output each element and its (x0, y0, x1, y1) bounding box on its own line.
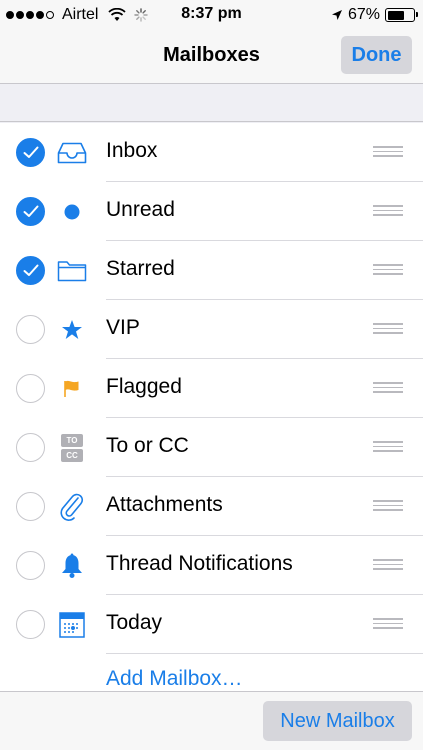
checkmark-icon[interactable] (16, 256, 45, 285)
unchecked-circle-icon[interactable] (16, 433, 45, 462)
paperclip-icon (57, 492, 87, 522)
reorder-handle-icon[interactable] (373, 264, 403, 276)
star-icon (57, 315, 87, 345)
mailbox-label: Flagged (106, 375, 182, 398)
unread-dot-icon (57, 197, 87, 227)
bottom-toolbar: New Mailbox (0, 691, 423, 750)
reorder-handle-icon[interactable] (373, 146, 403, 158)
reorder-handle-icon[interactable] (373, 323, 403, 335)
section-header-band (0, 85, 423, 122)
unchecked-circle-icon[interactable] (16, 374, 45, 403)
mailbox-row-attachments[interactable]: Attachments (0, 477, 423, 536)
mailbox-label: Today (106, 611, 163, 634)
reorder-handle-icon[interactable] (373, 500, 403, 512)
mailbox-label: VIP (106, 316, 140, 339)
mailbox-label: Starred (106, 257, 175, 280)
battery-level-fill (387, 10, 405, 20)
reorder-handle-icon[interactable] (373, 618, 403, 630)
folder-icon (57, 256, 87, 286)
unchecked-circle-icon[interactable] (16, 610, 45, 639)
mailbox-label: Unread (106, 198, 175, 221)
unchecked-circle-icon[interactable] (16, 315, 45, 344)
checkmark-icon[interactable] (16, 197, 45, 226)
done-button[interactable]: Done (341, 36, 412, 74)
mailbox-label: To or CC (106, 434, 189, 457)
mailbox-row-unread[interactable]: Unread (0, 182, 423, 241)
flag-icon (57, 374, 87, 404)
new-mailbox-button[interactable]: New Mailbox (263, 701, 412, 741)
mailbox-row-starred[interactable]: Starred (0, 241, 423, 300)
cc-badge: CC (61, 449, 83, 462)
inbox-tray-icon (57, 138, 87, 168)
reorder-handle-icon[interactable] (373, 559, 403, 571)
mailbox-label: Attachments (106, 493, 223, 516)
location-arrow-icon (331, 10, 342, 20)
reorder-handle-icon[interactable] (373, 441, 403, 453)
to-badge: TO (61, 434, 83, 447)
to-cc-icon: TO CC (57, 433, 87, 463)
calendar-icon (57, 610, 87, 640)
mailbox-label: Inbox (106, 139, 158, 162)
battery-icon (385, 8, 418, 22)
unchecked-circle-icon[interactable] (16, 492, 45, 521)
mailbox-row-vip[interactable]: VIP (0, 300, 423, 359)
unchecked-circle-icon[interactable] (16, 551, 45, 580)
bell-icon (57, 551, 87, 581)
navigation-bar: Mailboxes Done (0, 30, 423, 84)
reorder-handle-icon[interactable] (373, 205, 403, 217)
mailbox-row-flagged[interactable]: Flagged (0, 359, 423, 418)
battery-percent: 67% (347, 6, 380, 23)
mailbox-row-today[interactable]: Today (0, 595, 423, 654)
mailbox-row-inbox[interactable]: Inbox (0, 123, 423, 182)
mailbox-row-thread-notifications[interactable]: Thread Notifications (0, 536, 423, 595)
add-mailbox-link[interactable]: Add Mailbox… (106, 667, 243, 691)
reorder-handle-icon[interactable] (373, 382, 403, 394)
status-right: 67% (331, 6, 418, 24)
status-bar: Airtel 8:37 pm 67% (0, 0, 423, 30)
mailbox-row-to-or-cc[interactable]: TO CC To or CC (0, 418, 423, 477)
checkmark-icon[interactable] (16, 138, 45, 167)
mailbox-label: Thread Notifications (106, 552, 293, 575)
mailbox-list: Inbox Unread Starred VIP Flagged TO CC T… (0, 123, 423, 691)
row-divider (106, 653, 423, 654)
